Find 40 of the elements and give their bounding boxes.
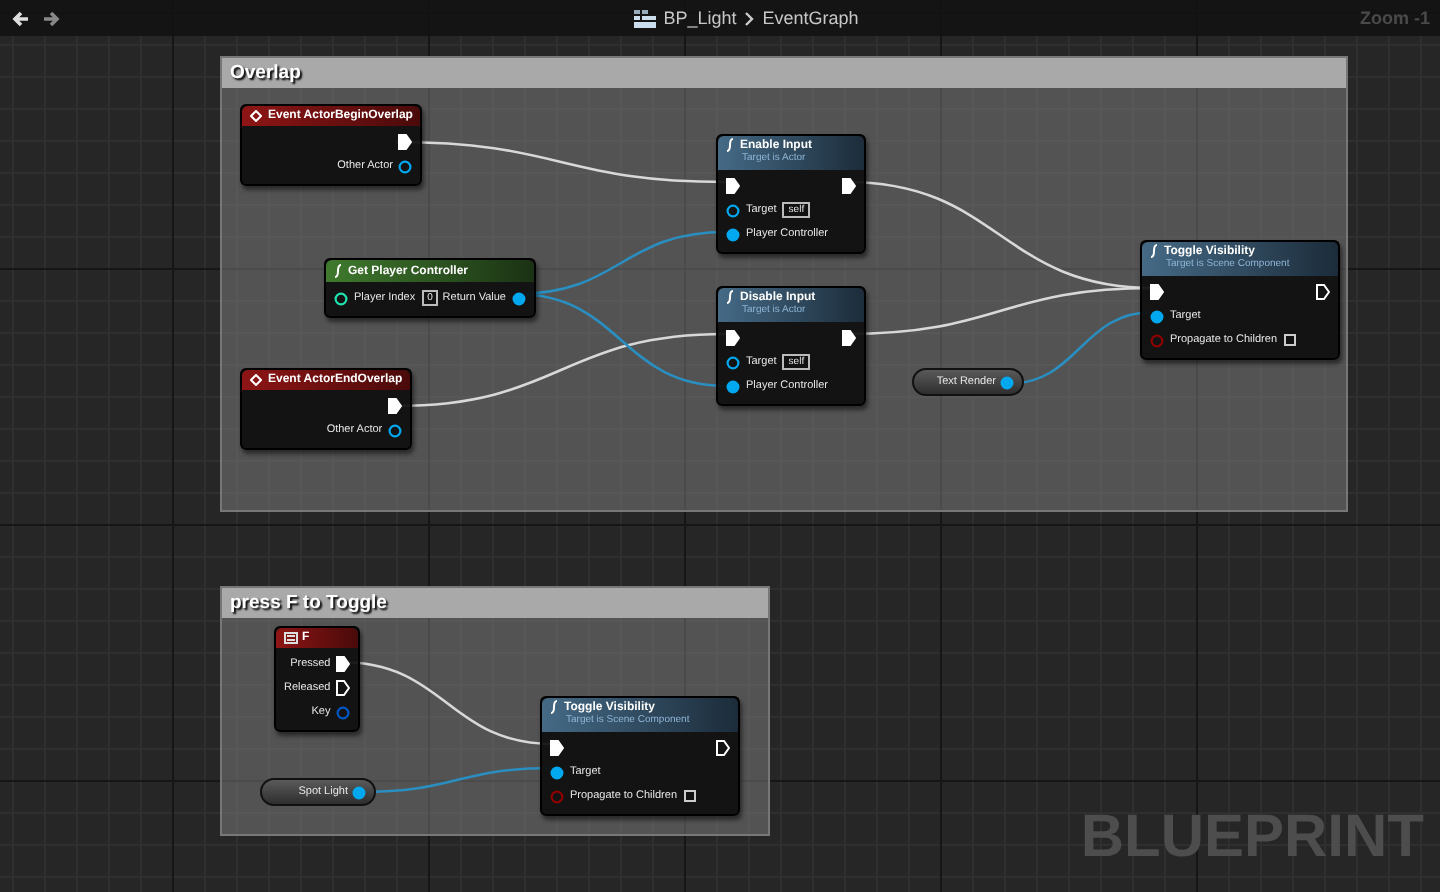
data-pin-icon[interactable] <box>726 379 740 393</box>
data-pin-icon[interactable] <box>398 159 413 173</box>
diamond-icon <box>250 374 262 386</box>
data-pin-icon[interactable] <box>726 355 740 369</box>
exec-pin-icon[interactable] <box>842 330 856 346</box>
data-pin-icon[interactable] <box>726 203 740 217</box>
exec-pin-icon[interactable] <box>726 178 740 194</box>
diamond-icon <box>250 110 262 122</box>
back-arrow-icon[interactable] <box>12 9 30 27</box>
data-pin-icon[interactable] <box>388 423 403 437</box>
comment-title: Overlap <box>222 58 1346 88</box>
data-pin-icon[interactable] <box>550 765 564 779</box>
blueprint-icon <box>633 9 656 27</box>
breadcrumb-item[interactable]: BP_Light <box>663 8 737 28</box>
exec-pin-icon[interactable] <box>1150 284 1164 300</box>
exec-pin-icon[interactable] <box>1316 284 1330 300</box>
exec-pin-icon[interactable] <box>716 740 730 756</box>
exec-pin-icon[interactable] <box>336 680 351 696</box>
exec-pin-icon[interactable] <box>550 740 564 756</box>
zoom-level: Zoom -1 <box>1360 8 1432 28</box>
function-icon <box>334 264 342 278</box>
function-icon <box>1150 244 1158 258</box>
forward-arrow-icon[interactable] <box>42 9 60 27</box>
exec-pin-icon[interactable] <box>388 398 403 414</box>
function-icon <box>726 290 734 304</box>
chevron-icon <box>744 11 755 25</box>
function-icon <box>550 700 558 714</box>
exec-pin-icon[interactable] <box>398 134 413 150</box>
keyboard-icon <box>284 632 298 644</box>
exec-pin-icon[interactable] <box>842 178 856 194</box>
checkbox[interactable] <box>1283 334 1296 346</box>
data-pin-icon[interactable] <box>1150 309 1164 323</box>
exec-pin-icon[interactable] <box>336 656 351 672</box>
exec-pin-icon[interactable] <box>726 330 740 346</box>
function-icon <box>726 138 734 152</box>
comment-title: press F to Toggle <box>222 588 768 618</box>
checkbox[interactable] <box>683 790 696 802</box>
breadcrumb-item[interactable]: EventGraph <box>762 8 859 28</box>
data-pin-icon[interactable] <box>726 227 740 241</box>
data-pin-icon[interactable] <box>512 291 526 305</box>
